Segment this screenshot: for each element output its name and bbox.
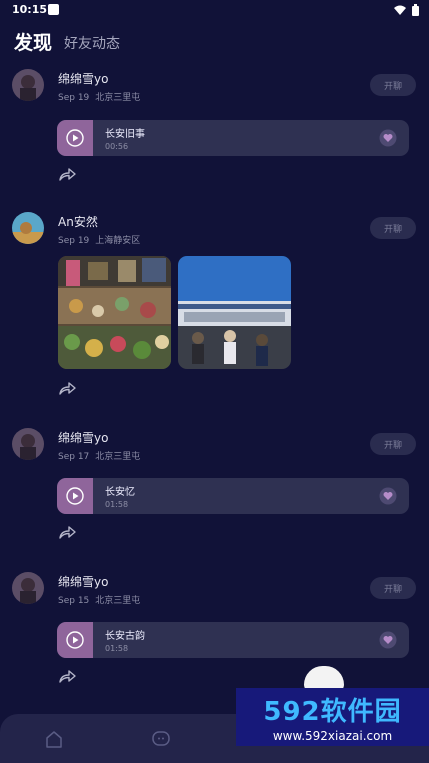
post-date: Sep 19 xyxy=(58,93,90,103)
app-notification-icon xyxy=(48,4,59,15)
avatar[interactable] xyxy=(12,572,44,604)
tab-friends[interactable]: 好友动态 xyxy=(64,33,120,55)
chat-button[interactable]: 开聊 xyxy=(370,433,416,455)
username[interactable]: An安然 xyxy=(58,213,98,230)
play-icon xyxy=(66,487,84,505)
message-icon[interactable] xyxy=(151,730,171,748)
username[interactable]: 绵绵雪yo xyxy=(58,70,108,87)
audio-title: 长安旧事 xyxy=(105,129,145,140)
play-button[interactable] xyxy=(57,120,93,156)
post-date: Sep 19 xyxy=(58,236,90,246)
watermark: 592软件园 www.592xiazai.com xyxy=(236,688,429,746)
status-bar: 10:15 xyxy=(0,0,429,22)
post-meta: Sep 19 北京三里屯 xyxy=(58,90,140,103)
post-photo[interactable] xyxy=(58,256,171,369)
status-icons xyxy=(394,4,419,16)
chat-button[interactable]: 开聊 xyxy=(370,217,416,239)
share-icon[interactable] xyxy=(58,525,76,539)
play-button[interactable] xyxy=(57,478,93,514)
username[interactable]: 绵绵雪yo xyxy=(58,429,108,446)
avatar[interactable] xyxy=(12,212,44,244)
post-date: Sep 17 xyxy=(58,452,90,462)
post-meta: Sep 19 上海静安区 xyxy=(58,233,140,246)
play-icon xyxy=(66,129,84,147)
status-time: 10:15 xyxy=(12,3,48,16)
tab-discover[interactable]: 发现 xyxy=(14,28,52,55)
audio-duration: 01:58 xyxy=(105,644,129,653)
audio-card[interactable]: 长安旧事 00:56 xyxy=(57,120,409,156)
post-location: 北京三里屯 xyxy=(95,93,141,103)
post-meta: Sep 17 北京三里屯 xyxy=(58,449,140,462)
chat-button[interactable]: 开聊 xyxy=(370,74,416,96)
avatar[interactable] xyxy=(12,428,44,460)
share-icon[interactable] xyxy=(58,381,76,395)
audio-duration: 01:58 xyxy=(105,500,129,509)
heart-icon[interactable] xyxy=(379,631,397,649)
heart-icon[interactable] xyxy=(379,487,397,505)
audio-title: 长安古韵 xyxy=(105,631,145,642)
post-location: 北京三里屯 xyxy=(95,596,141,606)
post-location: 北京三里屯 xyxy=(95,452,141,462)
audio-duration: 00:56 xyxy=(105,142,129,151)
heart-icon[interactable] xyxy=(379,129,397,147)
post-meta: Sep 15 北京三里屯 xyxy=(58,593,140,606)
top-tabs: 发现 好友动态 xyxy=(14,28,120,55)
watermark-main: 592软件园 xyxy=(263,697,402,727)
audio-card[interactable]: 长安忆 01:58 xyxy=(57,478,409,514)
audio-card[interactable]: 长安古韵 01:58 xyxy=(57,622,409,658)
share-icon[interactable] xyxy=(58,669,76,683)
post-date: Sep 15 xyxy=(58,596,90,606)
post-photo[interactable] xyxy=(178,256,291,369)
home-icon[interactable] xyxy=(44,730,64,748)
play-icon xyxy=(66,631,84,649)
share-icon[interactable] xyxy=(58,167,76,181)
watermark-sub: www.592xiazai.com xyxy=(272,729,393,743)
audio-title: 长安忆 xyxy=(105,487,135,498)
battery-icon xyxy=(412,4,419,16)
play-button[interactable] xyxy=(57,622,93,658)
post-location: 上海静安区 xyxy=(95,236,141,246)
avatar[interactable] xyxy=(12,69,44,101)
username[interactable]: 绵绵雪yo xyxy=(58,573,108,590)
chat-button[interactable]: 开聊 xyxy=(370,577,416,599)
wifi-icon xyxy=(394,5,406,15)
